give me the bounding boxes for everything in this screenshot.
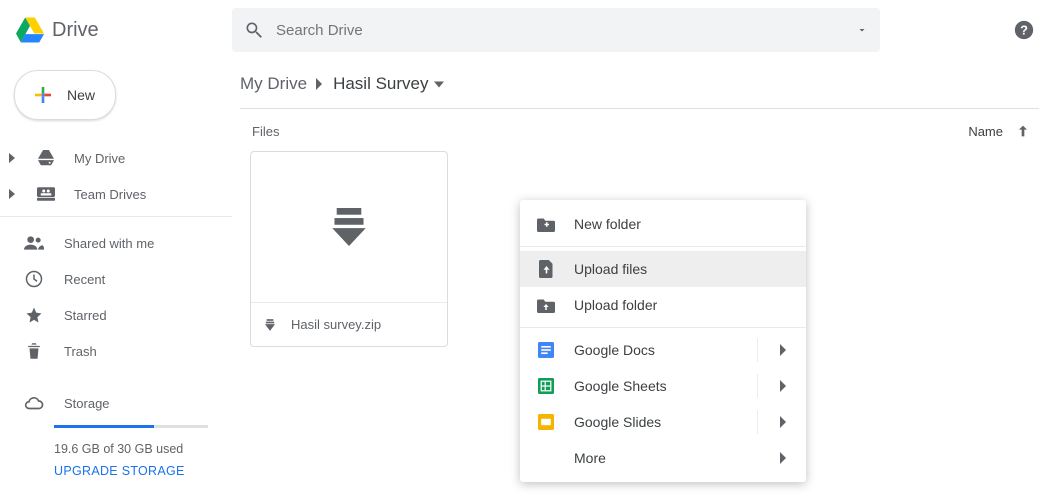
divider <box>0 216 232 217</box>
sidebar-item-label: Team Drives <box>74 187 146 202</box>
file-card[interactable]: Hasil survey.zip <box>250 151 448 347</box>
context-menu: New folder Upload files Upload folder Go… <box>520 200 806 482</box>
search-bar[interactable] <box>232 8 880 52</box>
sidebar-item-starred[interactable]: Starred <box>0 297 232 333</box>
file-name: Hasil survey.zip <box>291 317 381 332</box>
menu-google-sheets[interactable]: Google Sheets <box>520 368 806 404</box>
menu-separator <box>520 246 806 247</box>
help-icon[interactable]: ? <box>1013 19 1035 41</box>
zip-icon <box>332 208 366 246</box>
menu-item-label: Upload folder <box>574 297 657 313</box>
sidebar-item-label: Recent <box>64 272 105 287</box>
sort-direction-button[interactable] <box>1015 123 1031 139</box>
chevron-right-icon <box>315 78 325 90</box>
drive-icon <box>16 17 44 43</box>
clock-icon <box>24 270 44 288</box>
search-options-dropdown[interactable] <box>856 24 868 36</box>
docs-icon <box>536 342 556 358</box>
sidebar-item-trash[interactable]: Trash <box>0 333 232 369</box>
cloud-icon <box>24 396 44 411</box>
breadcrumb-current[interactable]: Hasil Survey <box>333 74 444 94</box>
breadcrumb-root[interactable]: My Drive <box>240 74 307 94</box>
app-logo[interactable]: Drive <box>16 17 232 43</box>
sidebar-item-recent[interactable]: Recent <box>0 261 232 297</box>
new-folder-icon <box>536 217 556 232</box>
sidebar-item-label: My Drive <box>74 151 125 166</box>
chevron-right-icon <box>780 344 788 356</box>
sort-field[interactable]: Name <box>968 124 1003 139</box>
chevron-right-icon <box>780 452 788 464</box>
search-input[interactable] <box>276 22 856 39</box>
plus-icon <box>31 83 55 107</box>
menu-separator <box>520 327 806 328</box>
sidebar-item-label: Storage <box>64 396 110 411</box>
svg-text:?: ? <box>1020 23 1028 38</box>
file-thumbnail <box>251 152 447 302</box>
team-drives-icon <box>36 187 56 201</box>
star-icon <box>24 306 44 324</box>
menu-more[interactable]: More <box>520 440 806 476</box>
menu-item-label: More <box>574 450 606 466</box>
new-button-label: New <box>67 87 95 103</box>
expand-icon[interactable] <box>8 189 18 199</box>
people-icon <box>24 236 44 250</box>
sidebar-item-label: Trash <box>64 344 97 359</box>
sheets-icon <box>536 378 556 394</box>
zip-small-icon <box>265 319 275 331</box>
breadcrumb-current-label: Hasil Survey <box>333 74 428 94</box>
menu-new-folder[interactable]: New folder <box>520 206 806 242</box>
menu-google-docs[interactable]: Google Docs <box>520 332 806 368</box>
section-label: Files <box>252 124 279 139</box>
submenu-divider <box>757 410 758 434</box>
trash-icon <box>24 342 44 360</box>
my-drive-icon <box>36 150 56 166</box>
upgrade-storage-link[interactable]: UPGRADE STORAGE <box>54 464 208 478</box>
sidebar-item-storage[interactable]: Storage <box>0 385 232 421</box>
chevron-right-icon <box>780 380 788 392</box>
sidebar-item-label: Shared with me <box>64 236 154 251</box>
storage-progress <box>54 425 208 428</box>
sidebar-item-label: Starred <box>64 308 107 323</box>
sidebar-item-my-drive[interactable]: My Drive <box>0 140 232 176</box>
expand-icon[interactable] <box>8 153 18 163</box>
slides-icon <box>536 414 556 430</box>
submenu-divider <box>757 374 758 398</box>
menu-item-label: Upload files <box>574 261 647 277</box>
app-title: Drive <box>52 19 99 42</box>
menu-upload-folder[interactable]: Upload folder <box>520 287 806 323</box>
chevron-right-icon <box>780 416 788 428</box>
sidebar-item-team-drives[interactable]: Team Drives <box>0 176 232 212</box>
upload-file-icon <box>536 260 556 278</box>
search-icon <box>244 20 264 40</box>
menu-item-label: Google Docs <box>574 342 655 358</box>
breadcrumb: My Drive Hasil Survey <box>240 68 1039 109</box>
menu-item-label: Google Slides <box>574 414 661 430</box>
upload-folder-icon <box>536 298 556 313</box>
caret-down-icon <box>434 81 444 88</box>
storage-text: 19.6 GB of 30 GB used <box>54 442 208 456</box>
sidebar-item-shared[interactable]: Shared with me <box>0 225 232 261</box>
new-button[interactable]: New <box>14 70 116 120</box>
menu-item-label: Google Sheets <box>574 378 667 394</box>
menu-google-slides[interactable]: Google Slides <box>520 404 806 440</box>
menu-upload-files[interactable]: Upload files <box>520 251 806 287</box>
menu-item-label: New folder <box>574 216 641 232</box>
submenu-divider <box>757 338 758 362</box>
